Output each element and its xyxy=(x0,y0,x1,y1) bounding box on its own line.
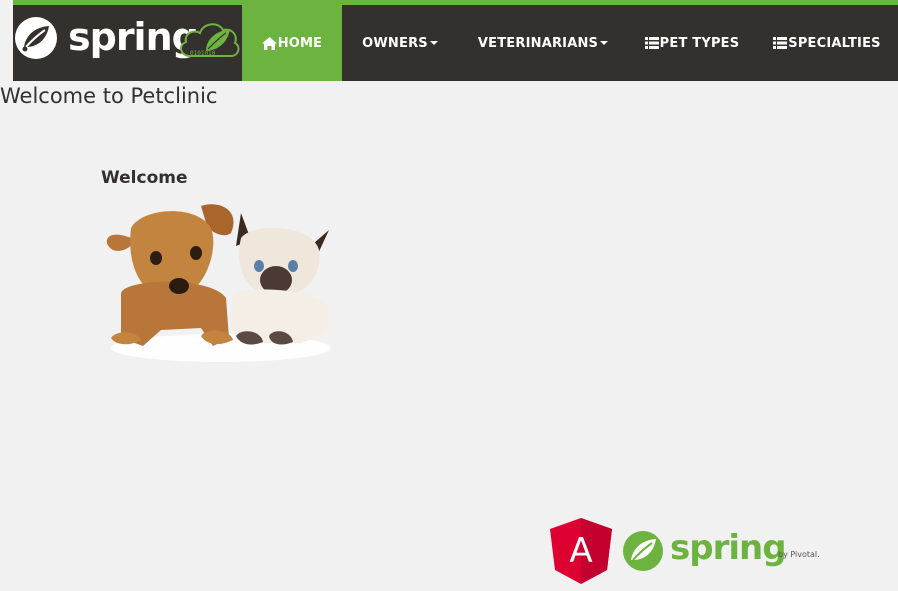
footer-logos: A spring by Pivotal. xyxy=(550,518,830,586)
navbar: spring 0101010 HOME OWNERS VETERINARIANS… xyxy=(13,0,898,81)
angular-letter: A xyxy=(569,531,592,571)
pets-image xyxy=(106,204,331,362)
cloud-badge-text: 0101010 xyxy=(190,50,216,57)
page-title: Welcome to Petclinic xyxy=(0,84,218,108)
nav-specialties-label: SPECIALTIES xyxy=(788,35,881,51)
nav-pet-types[interactable]: PET TYPES xyxy=(628,5,756,81)
list-icon xyxy=(773,37,788,49)
nav-veterinarians-label: VETERINARIANS xyxy=(477,35,599,51)
main-nav: HOME OWNERS VETERINARIANS PET TYPES SPEC… xyxy=(242,5,898,81)
nav-pet-types-label: PET TYPES xyxy=(659,35,740,51)
caret-down-icon xyxy=(429,41,438,45)
nav-specialties[interactable]: SPECIALTIES xyxy=(756,5,898,81)
nav-veterinarians[interactable]: VETERINARIANS xyxy=(458,5,628,81)
spring-footer-word: spring xyxy=(670,528,787,568)
page: spring 0101010 HOME OWNERS VETERINARIANS… xyxy=(0,0,898,591)
welcome-heading: Welcome xyxy=(101,168,188,188)
home-icon xyxy=(261,36,277,50)
list-icon xyxy=(644,37,659,49)
nav-home-label: HOME xyxy=(277,35,323,51)
nav-owners[interactable]: OWNERS xyxy=(342,5,458,81)
angular-logo-icon: A xyxy=(550,518,612,584)
nav-owners-label: OWNERS xyxy=(362,35,428,51)
kitten-illustration xyxy=(231,213,329,345)
nav-home[interactable]: HOME xyxy=(242,5,342,81)
caret-down-icon xyxy=(600,41,609,45)
cloud-leaf-icon: 0101010 xyxy=(180,23,240,57)
brand-logo-link[interactable]: spring 0101010 xyxy=(13,5,242,81)
pivotal-text: by Pivotal. xyxy=(778,550,820,559)
spring-leaf-icon xyxy=(15,17,57,59)
puppy-illustration xyxy=(106,204,234,346)
spring-leaf-icon xyxy=(623,531,663,571)
